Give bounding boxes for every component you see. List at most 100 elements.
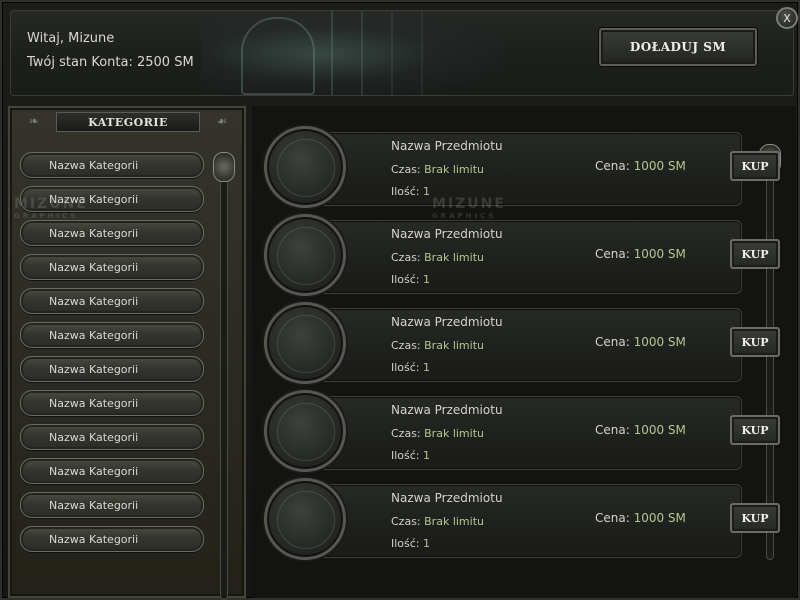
item-icon-slot[interactable] (264, 214, 346, 296)
item-qty-value: 1 (423, 361, 431, 374)
category-item[interactable]: Nazwa Kategorii (20, 152, 204, 178)
item-qty-label: Ilość: (391, 185, 424, 198)
buy-button[interactable]: KUP (730, 415, 780, 445)
item-time-value: Brak limitu (424, 427, 484, 440)
item-quantity: Ilość: 1 (391, 361, 430, 374)
category-item[interactable]: Nazwa Kategorii (20, 458, 204, 484)
item-price-label: Cena: (595, 423, 634, 437)
category-item[interactable]: Nazwa Kategorii (20, 254, 204, 280)
header-artwork (201, 11, 501, 95)
item-icon-slot[interactable] (264, 478, 346, 560)
item-bar: Nazwa Przedmiotu Czas: Brak limitu Ilość: … (304, 308, 780, 382)
item-bar: Nazwa Przedmiotu Czas: Brak limitu Ilość: … (304, 220, 780, 294)
item-time: Czas: Brak limitu (391, 339, 484, 352)
item-qty-value: 1 (423, 449, 431, 462)
category-item[interactable]: Nazwa Kategorii (20, 288, 204, 314)
shop-item-row: Nazwa Przedmiotu Czas: Brak limitu Ilość: … (264, 478, 780, 560)
item-quantity: Ilość: 1 (391, 185, 430, 198)
item-price-value: 1000 SM (633, 423, 686, 437)
item-quantity: Ilość: 1 (391, 449, 430, 462)
category-item[interactable]: Nazwa Kategorii (20, 492, 204, 518)
item-qty-value: 1 (423, 273, 431, 286)
item-price-label: Cena: (595, 247, 634, 261)
item-price: Cena: 1000 SM (595, 247, 686, 261)
item-bar: Nazwa Przedmiotu Czas: Brak limitu Ilość: … (304, 396, 780, 470)
item-name: Nazwa Przedmiotu (391, 315, 503, 329)
balance-label: Twój stan Konta: (27, 55, 137, 70)
buy-button[interactable]: KUP (730, 151, 780, 181)
item-price-value: 1000 SM (633, 511, 686, 525)
item-price-value: 1000 SM (633, 159, 686, 173)
greeting-prefix: Witaj, (27, 31, 69, 46)
balance-value: 2500 SM (136, 55, 194, 70)
item-time-label: Czas: (391, 163, 425, 176)
item-name: Nazwa Przedmiotu (391, 403, 503, 417)
item-bar: Nazwa Przedmiotu Czas: Brak limitu Ilość: … (304, 484, 780, 558)
category-item[interactable]: Nazwa Kategorii (20, 322, 204, 348)
item-price-label: Cena: (595, 511, 634, 525)
categories-title: KATEGORIE (56, 112, 200, 132)
item-time: Czas: Brak limitu (391, 515, 484, 528)
category-item[interactable]: Nazwa Kategorii (20, 424, 204, 450)
watermark-left: MIZUNE GRAPHICS (14, 196, 88, 220)
item-time: Czas: Brak limitu (391, 427, 484, 440)
item-time: Czas: Brak limitu (391, 163, 484, 176)
item-price: Cena: 1000 SM (595, 511, 686, 525)
category-scroll-thumb[interactable] (213, 152, 235, 182)
ornament-right-icon: ☙ (216, 114, 228, 128)
item-price-value: 1000 SM (633, 247, 686, 261)
buy-button[interactable]: KUP (730, 503, 780, 533)
buy-button[interactable]: KUP (730, 327, 780, 357)
category-item[interactable]: Nazwa Kategorii (20, 220, 204, 246)
ornament-left-icon: ❧ (28, 114, 40, 128)
account-balance: Twój stan Konta: 2500 SM (27, 55, 194, 70)
category-item[interactable]: Nazwa Kategorii (20, 356, 204, 382)
item-name: Nazwa Przedmiotu (391, 139, 503, 153)
shop-item-row: Nazwa Przedmiotu Czas: Brak limitu Ilość: … (264, 390, 780, 472)
item-icon-slot[interactable] (264, 390, 346, 472)
username: Mizune (68, 31, 115, 46)
item-qty-label: Ilość: (391, 449, 424, 462)
close-button[interactable]: X (776, 7, 798, 29)
item-time-label: Czas: (391, 339, 425, 352)
item-qty-label: Ilość: (391, 361, 424, 374)
items-panel: Nazwa Przedmiotu Czas: Brak limitu Ilość: … (252, 106, 796, 598)
category-item[interactable]: Nazwa Kategorii (20, 526, 204, 552)
item-price-label: Cena: (595, 335, 634, 349)
item-qty-label: Ilość: (391, 273, 424, 286)
item-price-label: Cena: (595, 159, 634, 173)
watermark-main: MIZUNE (432, 196, 506, 212)
item-time-label: Czas: (391, 427, 425, 440)
item-time-value: Brak limitu (424, 515, 484, 528)
close-icon: X (783, 11, 791, 25)
item-price: Cena: 1000 SM (595, 335, 686, 349)
item-qty-value: 1 (423, 185, 431, 198)
item-name: Nazwa Przedmiotu (391, 227, 503, 241)
item-time-value: Brak limitu (424, 251, 484, 264)
item-price: Cena: 1000 SM (595, 423, 686, 437)
buy-button[interactable]: KUP (730, 239, 780, 269)
item-name: Nazwa Przedmiotu (391, 491, 503, 505)
item-time-label: Czas: (391, 515, 425, 528)
item-quantity: Ilość: 1 (391, 537, 430, 550)
item-qty-value: 1 (423, 537, 431, 550)
watermark-center: MIZUNE GRAPHICS (432, 196, 506, 220)
item-icon-slot[interactable] (264, 126, 346, 208)
item-time-label: Czas: (391, 251, 425, 264)
shop-item-row: Nazwa Przedmiotu Czas: Brak limitu Ilość: … (264, 214, 780, 296)
item-price: Cena: 1000 SM (595, 159, 686, 173)
item-time-value: Brak limitu (424, 339, 484, 352)
category-item[interactable]: Nazwa Kategorii (20, 390, 204, 416)
shop-window: Witaj, Mizune Twój stan Konta: 2500 SM D… (0, 0, 800, 600)
item-bar: Nazwa Przedmiotu Czas: Brak limitu Ilość: … (304, 132, 780, 206)
item-quantity: Ilość: 1 (391, 273, 430, 286)
item-price-value: 1000 SM (633, 335, 686, 349)
item-qty-label: Ilość: (391, 537, 424, 550)
watermark-sub-left: GRAPHICS (14, 212, 79, 220)
categories-panel: ❧ KATEGORIE ☙ Nazwa Kategorii Nazwa Kateg… (8, 106, 246, 600)
item-icon-slot[interactable] (264, 302, 346, 384)
item-time: Czas: Brak limitu (391, 251, 484, 264)
topup-button[interactable]: DOŁADUJ SM (599, 28, 757, 66)
shop-item-row: Nazwa Przedmiotu Czas: Brak limitu Ilość: … (264, 302, 780, 384)
category-scrollbar[interactable] (220, 152, 228, 600)
